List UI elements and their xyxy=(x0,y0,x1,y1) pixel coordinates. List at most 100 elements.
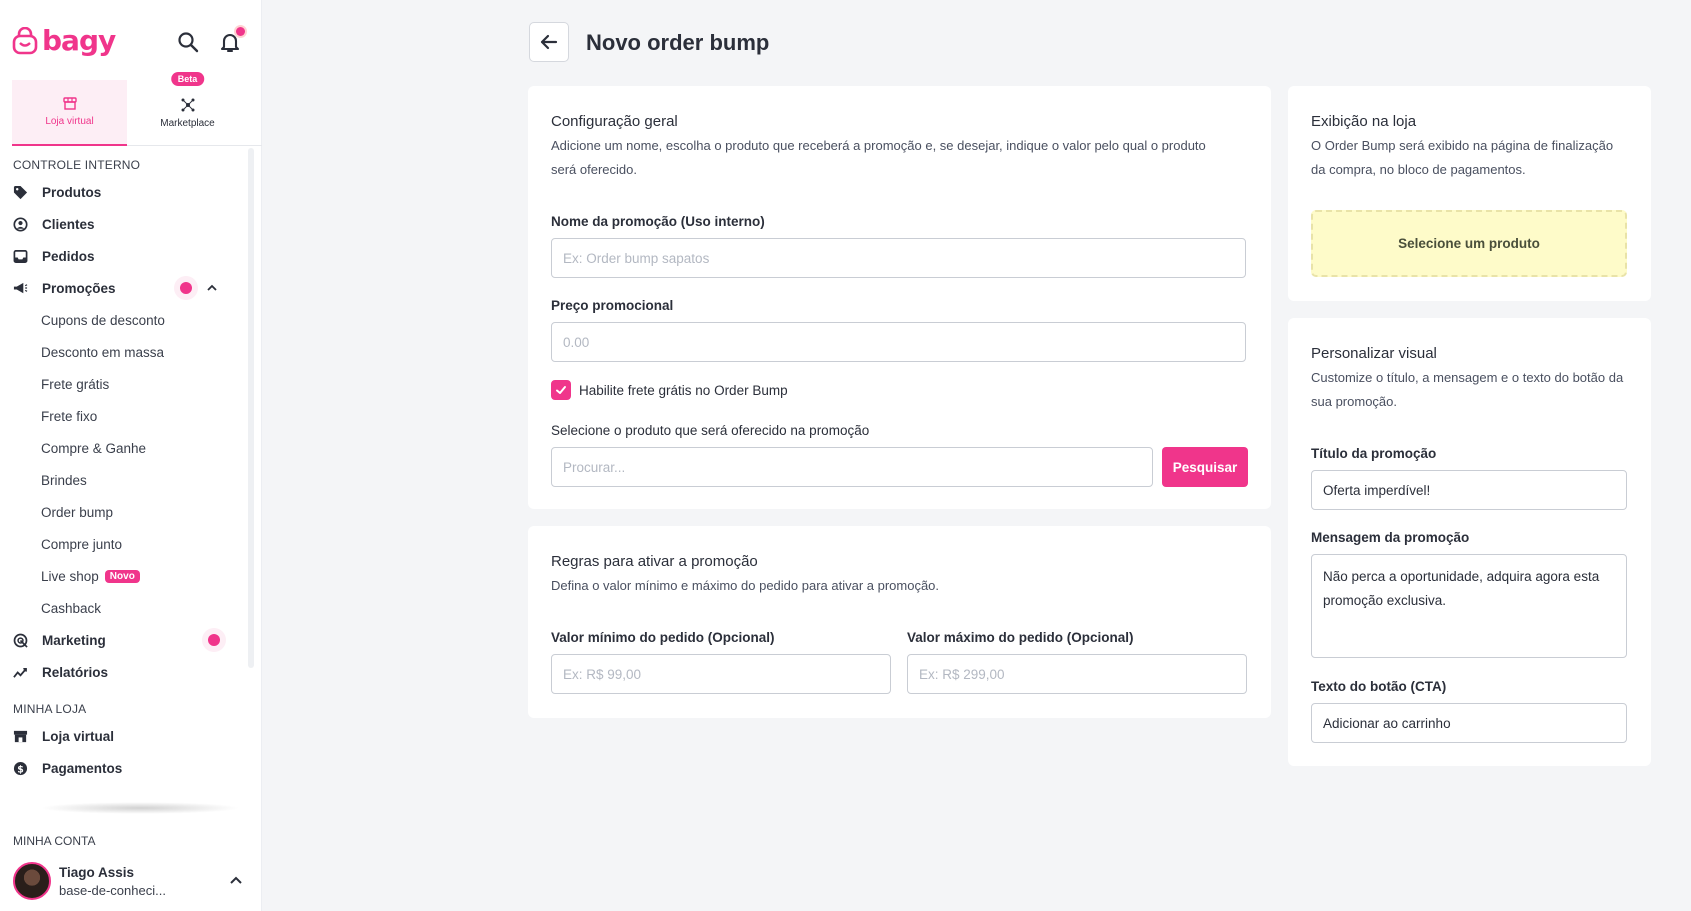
tab-label: Marketplace xyxy=(160,117,215,129)
section-minha-conta: MINHA CONTA xyxy=(13,834,96,848)
free-shipping-label[interactable]: Habilite frete grátis no Order Bump xyxy=(579,383,788,398)
promo-name-input[interactable] xyxy=(551,238,1246,278)
sidebar-subitem-cupons[interactable]: Cupons de desconto xyxy=(0,304,250,336)
beta-badge: Beta xyxy=(170,72,205,86)
promo-title-label: Título da promoção xyxy=(1311,446,1437,461)
tag-icon xyxy=(13,185,28,199)
section-minha-loja: MINHA LOJA xyxy=(13,702,87,716)
sidebar-subitem-desconto-massa[interactable]: Desconto em massa xyxy=(0,336,250,368)
promo-price-label: Preço promocional xyxy=(551,298,674,313)
novo-badge: Novo xyxy=(104,569,140,583)
sidebar-nav: CONTROLE INTERNO Produtos Clientes Pedid… xyxy=(0,158,250,784)
arrow-left-icon xyxy=(540,34,558,50)
sidebar-item-promocoes[interactable]: Promoções xyxy=(0,272,250,304)
card-title: Configuração geral xyxy=(551,113,678,130)
store-display-card: Exibição na loja O Order Bump será exibi… xyxy=(1288,86,1651,301)
card-title: Personalizar visual xyxy=(1311,345,1437,362)
card-title: Regras para ativar a promoção xyxy=(551,553,758,570)
dollar-circle-icon: $ xyxy=(13,761,28,775)
brand-logo[interactable]: bagy xyxy=(12,24,116,57)
section-controle-interno: CONTROLE INTERNO xyxy=(13,158,141,172)
rules-card: Regras para ativar a promoção Defina o v… xyxy=(528,526,1271,718)
order-bump-preview: Selecione um produto xyxy=(1311,210,1627,277)
customize-visual-card: Personalizar visual Customize o título, … xyxy=(1288,318,1651,766)
sidebar-item-label: Produtos xyxy=(42,184,102,200)
min-order-label: Valor mínimo do pedido (Opcional) xyxy=(551,630,775,645)
max-order-input[interactable] xyxy=(907,654,1247,694)
promo-name-label: Nome da promoção (Uso interno) xyxy=(551,214,765,229)
sidebar-subitem-compre-junto[interactable]: Compre junto xyxy=(0,528,250,560)
promocoes-indicator-dot xyxy=(180,282,192,294)
megaphone-icon xyxy=(13,282,28,293)
account-menu[interactable]: Tiago Assis base-de-conheci... xyxy=(13,862,243,900)
sidebar-item-marketing[interactable]: Marketing xyxy=(0,624,250,656)
sidebar-item-pedidos[interactable]: Pedidos xyxy=(0,240,250,272)
sidebar-item-label: Clientes xyxy=(42,216,95,232)
brand-name: bagy xyxy=(42,24,116,57)
sidebar-item-label: Relatórios xyxy=(42,664,109,680)
sidebar-item-pagamentos[interactable]: $ Pagamentos xyxy=(0,752,250,784)
svg-text:$: $ xyxy=(17,764,24,775)
back-button[interactable] xyxy=(529,22,569,62)
cta-text-input[interactable] xyxy=(1311,703,1627,743)
sidebar-item-produtos[interactable]: Produtos xyxy=(0,176,250,208)
sidebar-item-clientes[interactable]: Clientes xyxy=(0,208,250,240)
sidebar-item-loja-virtual[interactable]: Loja virtual xyxy=(0,720,250,752)
sidebar-subitem-order-bump[interactable]: Order bump xyxy=(0,496,250,528)
page-title: Novo order bump xyxy=(586,30,770,55)
free-shipping-checkbox[interactable] xyxy=(551,380,571,400)
sidebar-item-relatorios[interactable]: Relatórios xyxy=(0,656,250,688)
tab-loja-virtual[interactable]: Loja virtual xyxy=(12,80,127,146)
product-select-label: Selecione o produto que será oferecido n… xyxy=(551,423,870,438)
promo-title-input[interactable] xyxy=(1311,470,1627,510)
sidebar-tabs: Loja virtual Beta Marketplace xyxy=(12,72,262,146)
tab-label: Loja virtual xyxy=(45,116,94,127)
chevron-up-icon xyxy=(230,876,242,884)
card-description: Defina o valor mínimo e máximo do pedido… xyxy=(551,578,940,593)
inbox-icon xyxy=(13,249,28,263)
card-description: Customize o título, a mensagem e o texto… xyxy=(1311,370,1624,409)
sidebar-subitem-label: Live shop xyxy=(41,568,99,584)
search-product-button[interactable]: Pesquisar xyxy=(1162,447,1248,487)
cta-text-label: Texto do botão (CTA) xyxy=(1311,679,1447,694)
bag-logo-icon xyxy=(12,26,38,54)
sidebar-subitem-compre-ganhe[interactable]: Compre & Ganhe xyxy=(0,432,250,464)
sidebar-item-label: Loja virtual xyxy=(42,728,115,744)
account-name: Tiago Assis xyxy=(59,864,135,880)
min-order-input[interactable] xyxy=(551,654,891,694)
check-icon xyxy=(556,386,566,394)
storefront-icon xyxy=(13,730,28,742)
promo-message-label: Mensagem da promoção xyxy=(1311,530,1470,545)
card-title: Exibição na loja xyxy=(1311,113,1417,130)
general-config-card: Configuração geral Adicione um nome, esc… xyxy=(528,86,1271,509)
sidebar-item-label: Marketing xyxy=(42,632,106,648)
chevron-up-icon[interactable] xyxy=(206,282,218,294)
sidebar: bagy Loja virtual Beta Marketplace CONTR… xyxy=(0,0,262,911)
sidebar-item-label: Pedidos xyxy=(42,248,95,264)
notifications-button[interactable] xyxy=(218,27,245,54)
sidebar-subitem-live-shop[interactable]: Live shop Novo xyxy=(0,560,250,592)
promo-price-input[interactable] xyxy=(551,322,1246,362)
sidebar-item-label: Promoções xyxy=(42,280,116,296)
sidebar-subitem-frete-gratis[interactable]: Frete grátis xyxy=(0,368,250,400)
max-order-label: Valor máximo do pedido (Opcional) xyxy=(907,630,1134,645)
search-icon[interactable] xyxy=(176,30,200,54)
sidebar-subitem-brindes[interactable]: Brindes xyxy=(0,464,250,496)
divider-shadow xyxy=(40,802,240,814)
notification-dot xyxy=(236,27,245,36)
network-icon xyxy=(181,98,194,111)
trend-chart-icon xyxy=(13,667,27,678)
user-circle-icon xyxy=(13,216,28,232)
target-icon xyxy=(13,633,28,648)
sidebar-subitem-cashback[interactable]: Cashback xyxy=(0,592,250,624)
avatar xyxy=(13,862,51,900)
tab-marketplace[interactable]: Beta Marketplace xyxy=(130,72,245,146)
sidebar-item-label: Pagamentos xyxy=(42,760,123,776)
marketing-indicator-dot xyxy=(208,634,220,646)
card-description: Adicione um nome, escolha o produto que … xyxy=(551,138,1206,177)
sidebar-subitem-frete-fixo[interactable]: Frete fixo xyxy=(0,400,250,432)
promo-message-textarea[interactable]: Não perca a oportunidade, adquira agora … xyxy=(1311,554,1627,658)
account-store: base-de-conheci... xyxy=(59,882,166,898)
store-icon xyxy=(62,97,77,110)
product-search-input[interactable] xyxy=(551,447,1153,487)
